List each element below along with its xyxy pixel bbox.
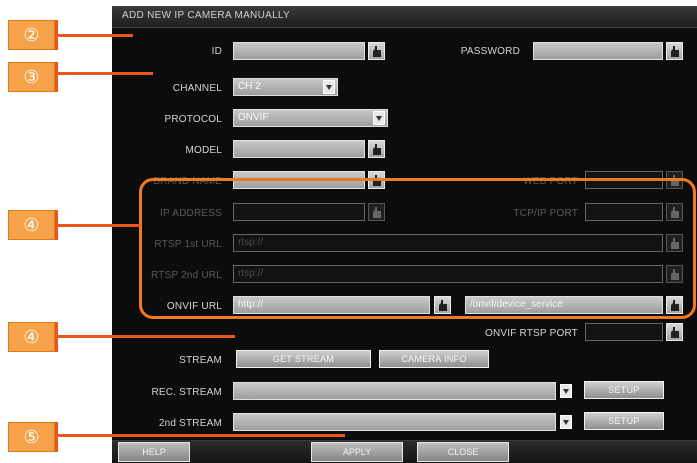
onvif-rtsp-port-field[interactable] [585, 323, 663, 341]
callout-2-line [55, 34, 133, 37]
callout-3-bracket [55, 62, 58, 92]
model-keyboard-button[interactable] [368, 140, 385, 158]
second-stream-label: 2nd STREAM [158, 418, 222, 429]
camera-info-button[interactable]: CAMERA INFO [379, 350, 489, 368]
hand-keyboard-icon [373, 46, 381, 57]
second-stream-setup-button[interactable]: SETUP [584, 412, 664, 430]
id-label: ID [211, 46, 222, 57]
rec-stream-setup-button[interactable]: SETUP [584, 381, 664, 399]
protocol-value: ONVIF [238, 112, 269, 123]
onvif-rtsp-port-label: ONVIF RTSP PORT [484, 328, 578, 339]
password-label: PASSWORD [460, 46, 520, 57]
hand-keyboard-icon [671, 327, 679, 338]
model-label: MODEL [185, 145, 222, 156]
channel-dropdown-arrow-icon[interactable] [323, 80, 335, 94]
callout-4a: ④ [8, 210, 55, 240]
highlight-frame [139, 178, 696, 319]
callout-5-bracket [55, 422, 58, 452]
protocol-dropdown-arrow-icon[interactable] [373, 111, 385, 125]
close-button[interactable]: CLOSE [417, 442, 509, 462]
protocol-select[interactable]: ONVIF [233, 109, 388, 127]
callout-4b-line [55, 335, 235, 338]
help-button[interactable]: HELP [118, 442, 190, 462]
second-stream-select[interactable] [233, 413, 556, 431]
channel-label: CHANNEL [172, 83, 222, 94]
dialog-title: ADD NEW IP CAMERA MANUALLY [122, 10, 291, 21]
callout-5-line [55, 434, 345, 437]
rec-stream-select[interactable] [233, 382, 556, 400]
apply-button[interactable]: APPLY [311, 442, 403, 462]
protocol-label: PROTOCOL [164, 114, 222, 125]
model-field[interactable] [233, 140, 365, 158]
callout-4b: ④ [8, 322, 55, 352]
id-field[interactable] [233, 42, 365, 60]
dialog-footer [112, 440, 697, 463]
channel-value: CH 2 [238, 81, 261, 92]
rec-stream-dropdown-arrow-icon[interactable] [560, 384, 572, 398]
callout-2: ② [8, 20, 55, 50]
hand-keyboard-icon [671, 46, 679, 57]
callout-3: ③ [8, 62, 55, 92]
password-keyboard-button[interactable] [666, 42, 683, 60]
callout-3-line [55, 72, 153, 75]
callout-4a-line [55, 224, 140, 227]
callout-5: ⑤ [8, 422, 55, 452]
onvif-rtsp-port-keyboard-button[interactable] [666, 323, 683, 341]
id-keyboard-button[interactable] [368, 42, 385, 60]
rec-stream-label: REC. STREAM [151, 387, 222, 398]
hand-keyboard-icon [373, 144, 381, 155]
stream-label: STREAM [179, 355, 222, 366]
password-field[interactable] [533, 42, 663, 60]
second-stream-dropdown-arrow-icon[interactable] [560, 415, 572, 429]
get-stream-button[interactable]: GET STREAM [236, 350, 371, 368]
